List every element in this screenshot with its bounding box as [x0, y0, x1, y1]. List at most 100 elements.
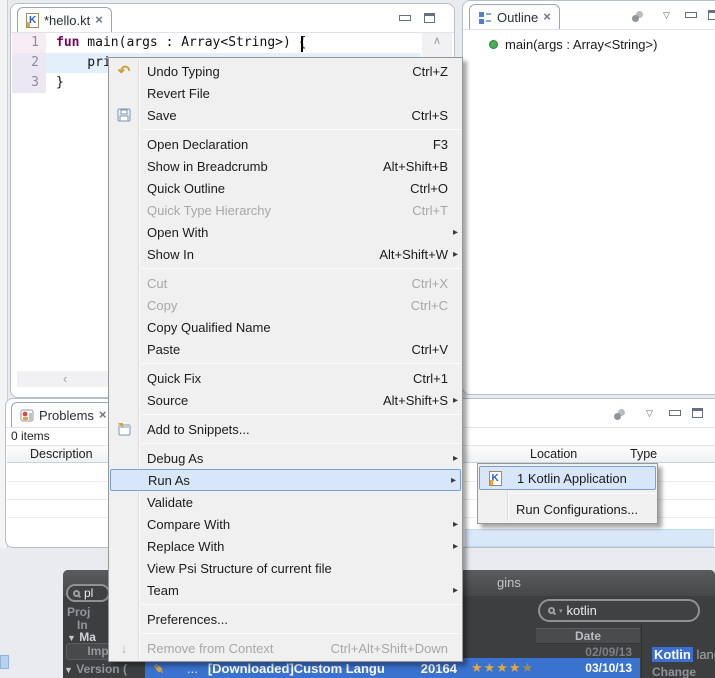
menu-item-label: Preferences... — [147, 612, 228, 627]
minimize-icon[interactable] — [669, 409, 680, 418]
menu-item-debug-as[interactable]: Debug As ▸ — [109, 447, 462, 469]
run-as-submenu: K1 Kotlin Application Run Configurations.… — [477, 463, 658, 524]
menu-item-label: Add to Snippets... — [147, 422, 250, 437]
menu-item-quick-fix[interactable]: Quick FixCtrl+1 — [109, 367, 462, 389]
menu-item-label: 1 Kotlin Application — [517, 471, 627, 486]
menu-item-add-to-snippets[interactable]: Add to Snippets... — [109, 418, 462, 440]
menu-item-team[interactable]: Team▸ — [109, 579, 462, 601]
menu-item-replace-with[interactable]: Replace With▸ — [109, 535, 462, 557]
menu-item-label: Compare With — [147, 517, 230, 532]
plugins-search-input[interactable]: ▾ kotlin — [538, 599, 700, 622]
menu-item-preferences[interactable]: Preferences... — [109, 608, 462, 630]
menu-item-show-in-breadcrumb[interactable]: Show in BreadcrumbAlt+Shift+B — [109, 155, 462, 177]
menu-icon-slot — [114, 202, 134, 218]
menu-item-view-psi-structure-of-current-file[interactable]: View Psi Structure of current file — [109, 557, 462, 579]
menu-separator — [109, 360, 462, 367]
editor-tab-hello-kt[interactable]: K *hello.kt × — [17, 7, 112, 32]
outline-item-main[interactable]: main(args : Array<String>) — [489, 37, 657, 52]
menu-item-shortcut: Ctrl+1 — [413, 371, 448, 386]
plugin-downloads: 20164 — [421, 661, 457, 676]
menu-item-label: Undo Typing — [147, 64, 220, 79]
menu-item-open-declaration[interactable]: Open DeclarationF3 — [109, 133, 462, 155]
menu-item-run-as[interactable]: Run As▸ — [110, 469, 461, 491]
nav-item-ma[interactable]: ▼ Ma — [67, 630, 96, 644]
column-location[interactable]: Location — [530, 447, 577, 461]
submenu-arrow-icon: ▸ — [448, 249, 458, 260]
menu-separator — [109, 411, 462, 418]
maximize-icon[interactable] — [692, 408, 703, 418]
horizontal-scrollbar[interactable]: ‹ — [17, 371, 113, 387]
menu-icon-slot — [114, 494, 134, 510]
menu-item-show-in[interactable]: Show InAlt+Shift+W▸ — [109, 243, 462, 265]
menu-icon-slot — [114, 392, 134, 408]
menu-item-1-kotlin-application[interactable]: K1 Kotlin Application — [479, 466, 656, 490]
menu-item-quick-type-hierarchy: Quick Type HierarchyCtrl+T — [109, 199, 462, 221]
tab-close-icon[interactable]: × — [95, 15, 103, 25]
tab-close-icon[interactable]: × — [543, 12, 551, 22]
date-cell-selected: 03/10/13 — [585, 661, 632, 675]
nav-item-proj[interactable]: Proj — [67, 605, 90, 619]
menu-item-save[interactable]: SaveCtrl+S — [109, 104, 462, 126]
menu-item-revert-file[interactable]: Revert File — [109, 82, 462, 104]
menu-item-label: Show in Breadcrumb — [147, 159, 268, 174]
minimize-icon[interactable] — [399, 14, 410, 23]
problems-icon — [20, 409, 34, 422]
code-line-1[interactable]: 1fun main(args : Array<String>) { — [12, 33, 421, 53]
menu-item-label: Copy — [147, 298, 177, 313]
save-icon — [114, 107, 134, 123]
column-description[interactable]: Description — [30, 447, 93, 461]
tab-close-icon[interactable]: × — [99, 410, 107, 420]
menu-item-validate[interactable]: Validate — [109, 491, 462, 513]
maximize-icon[interactable] — [424, 13, 435, 23]
submenu-arrow-icon: ▸ — [448, 541, 458, 552]
nav-item-version[interactable]: ▼ Version ( — [64, 662, 127, 676]
plugin-icon — [152, 662, 165, 675]
menu-item-shortcut: Alt+Shift+S — [383, 393, 448, 408]
filter-icon[interactable] — [613, 409, 627, 421]
submenu-arrow-icon: ▸ — [446, 475, 456, 486]
change-notes-heading: Change Notes — [652, 665, 715, 678]
menu-item-undo-typing[interactable]: ↶Undo TypingCtrl+Z — [109, 60, 462, 82]
column-type[interactable]: Type — [630, 447, 657, 461]
focus-icon[interactable] — [631, 11, 645, 23]
menu-icon-slot — [114, 319, 134, 335]
code-text: fun main(args : Array<String>) { — [46, 33, 421, 53]
selected-empty-row[interactable] — [465, 529, 714, 547]
menu-item-compare-with[interactable]: Compare With▸ — [109, 513, 462, 535]
menu-item-copy-qualified-name[interactable]: Copy Qualified Name — [109, 316, 462, 338]
menu-icon-slot — [114, 158, 134, 174]
menu-item-run-configurations[interactable]: Run Configurations... — [478, 497, 657, 521]
menu-item-quick-outline[interactable]: Quick OutlineCtrl+O — [109, 177, 462, 199]
tree-expander-icon[interactable]: ▼ — [64, 665, 73, 675]
problems-tab[interactable]: Problems × — [11, 402, 116, 427]
divider — [641, 625, 642, 678]
menu-item-shortcut: Ctrl+C — [411, 298, 448, 313]
snippets-icon — [114, 421, 134, 437]
dialog-left-search-input[interactable]: pl — [66, 584, 110, 602]
minimize-icon[interactable] — [685, 11, 696, 20]
column-date[interactable]: Date — [536, 628, 640, 644]
menu-item-label: Remove from Context — [147, 641, 273, 656]
view-menu-icon[interactable]: ▽ — [646, 408, 653, 419]
scroll-left-icon[interactable]: ‹ — [17, 371, 113, 386]
submenu-arrow-icon: ▸ — [448, 227, 458, 238]
search-dropdown-icon[interactable]: ▾ — [559, 607, 563, 615]
menu-item-label: Debug As — [147, 451, 203, 466]
menu-item-shortcut: F3 — [433, 137, 448, 152]
submenu-arrow-icon: ▸ — [448, 453, 458, 464]
tree-expander-icon[interactable]: ▼ — [67, 633, 76, 643]
menu-item-label: Run Configurations... — [516, 502, 638, 517]
detail-title-rest: language support — [693, 647, 715, 662]
menu-icon-slot — [114, 538, 134, 554]
view-menu-icon[interactable]: ▽ — [663, 10, 670, 21]
menu-item-source[interactable]: SourceAlt+Shift+S▸ — [109, 389, 462, 411]
menu-item-label: Validate — [147, 495, 193, 510]
search-match-highlight: Kotlin — [652, 647, 693, 662]
scroll-up-icon[interactable]: ∧ — [422, 33, 452, 49]
outline-tab[interactable]: Outline × — [469, 4, 560, 29]
menu-item-open-with[interactable]: Open With▸ — [109, 221, 462, 243]
maximize-icon[interactable] — [708, 10, 715, 20]
menu-item-shortcut: Ctrl+V — [412, 342, 448, 357]
menu-item-paste[interactable]: PasteCtrl+V — [109, 338, 462, 360]
submenu-arrow-icon: ▸ — [448, 395, 458, 406]
